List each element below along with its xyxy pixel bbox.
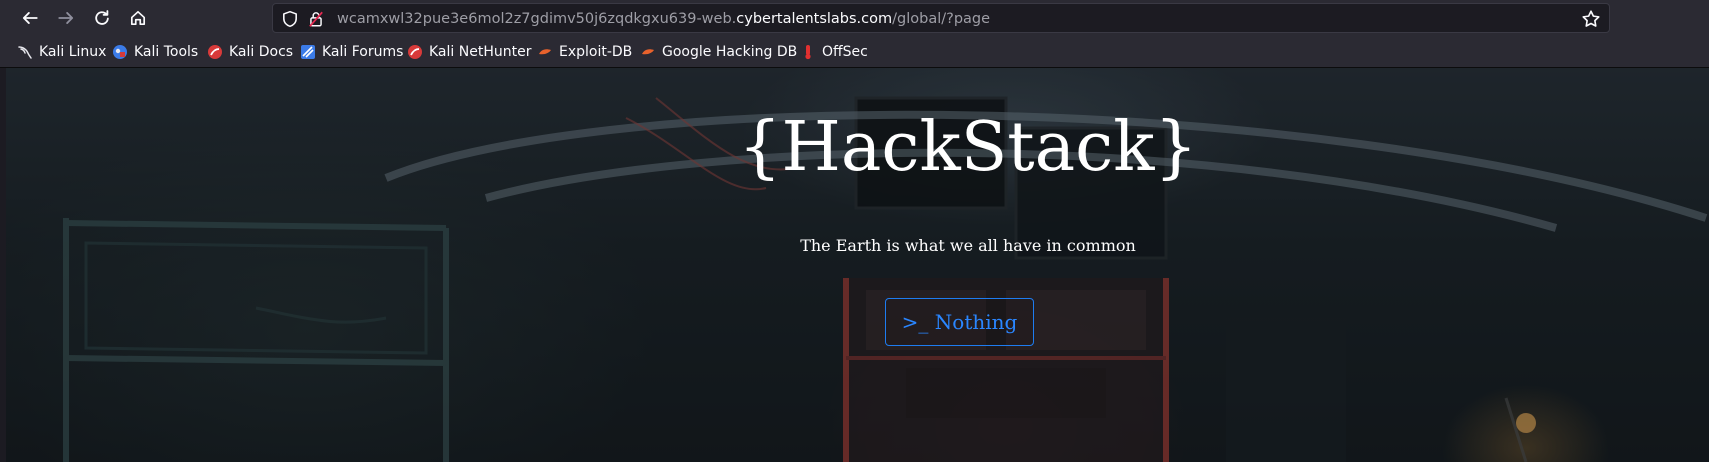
bookmark-kali-nethunter[interactable]: Kali NetHunter — [407, 42, 531, 62]
nothing-button[interactable]: >_ Nothing — [885, 298, 1034, 346]
ghdb-icon — [642, 49, 654, 55]
bookmark-exploit-db[interactable]: Exploit-DB — [537, 42, 632, 62]
bookmark-label: Google Hacking DB — [662, 44, 798, 60]
browser-toolbar: wcamxwl32pue3e6mol2z7gdimv50j6zqdkgxu639… — [0, 0, 1709, 36]
bookmark-google-hacking-db[interactable]: Google Hacking DB — [640, 42, 797, 62]
bookmark-label: Kali Forums — [322, 44, 404, 60]
site-title: {HackStack} — [738, 108, 1198, 187]
url-prefix: wcamxwl32pue3e6mol2z7gdimv50j6zqdkgxu639… — [337, 11, 737, 27]
offsec-icon — [805, 45, 811, 60]
kali-forums-icon — [301, 45, 315, 59]
bookmark-kali-tools[interactable]: Kali Tools — [112, 42, 198, 62]
bookmark-label: Kali NetHunter — [429, 44, 532, 60]
page-content: {HackStack} The Earth is what we all hav… — [6, 68, 1709, 462]
kali-nethunter-icon — [408, 45, 422, 59]
url-text[interactable]: wcamxwl32pue3e6mol2z7gdimv50j6zqdkgxu639… — [337, 10, 990, 28]
bookmark-label: Kali Linux — [39, 44, 107, 60]
forward-button[interactable] — [52, 4, 80, 32]
bookmark-kali-docs[interactable]: Kali Docs — [207, 42, 293, 62]
bookmark-label: Kali Docs — [229, 44, 294, 60]
bookmark-label: Kali Tools — [134, 44, 199, 60]
kali-tools-icon — [113, 45, 127, 59]
bookmark-label: OffSec — [822, 44, 868, 60]
url-domain: cybertalentslabs.com — [736, 11, 893, 27]
arrow-left-icon — [22, 12, 38, 24]
reload-icon — [95, 10, 109, 25]
back-button[interactable] — [16, 4, 44, 32]
exploit-db-icon — [539, 49, 551, 55]
star-icon[interactable] — [1581, 9, 1601, 29]
kali-dragon-icon — [18, 46, 32, 59]
bookmark-label: Exploit-DB — [559, 44, 633, 60]
arrow-right-icon — [58, 12, 74, 24]
bookmark-kali-forums[interactable]: Kali Forums — [300, 42, 403, 62]
url-path: /global/?page — [892, 11, 991, 27]
bookmark-kali-linux[interactable]: Kali Linux — [17, 42, 106, 62]
kali-docs-icon — [208, 45, 222, 59]
shield-icon[interactable] — [281, 10, 299, 28]
home-button[interactable] — [124, 4, 152, 32]
bookmark-offsec[interactable]: OffSec — [800, 42, 868, 62]
lock-insecure-icon[interactable] — [307, 10, 325, 28]
site-tagline: The Earth is what we all have in common — [800, 236, 1136, 255]
reload-button[interactable] — [88, 4, 116, 32]
url-bar[interactable]: wcamxwl32pue3e6mol2z7gdimv50j6zqdkgxu639… — [272, 3, 1610, 33]
home-icon — [130, 10, 146, 26]
bookmarks-bar: Kali Linux Kali Tools Kali Docs Kali For… — [0, 36, 1709, 68]
